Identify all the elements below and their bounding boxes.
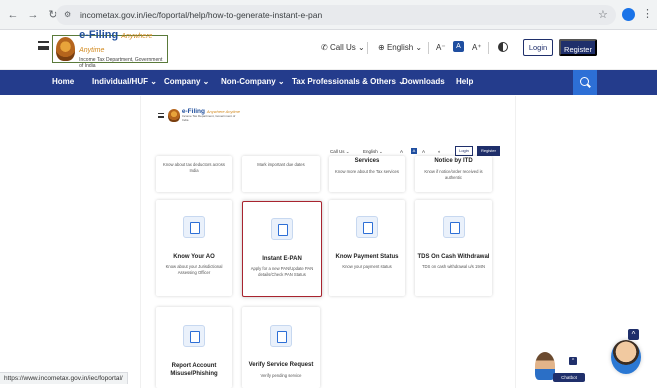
call-us-dropdown[interactable]: ✆ Call Us ⌄ (321, 43, 365, 52)
language-dropdown[interactable]: ⊕ English ⌄ (378, 43, 422, 52)
scroll-to-top-button[interactable]: ^ (628, 329, 639, 340)
embedded-logo: e-Filing Anywhere Anytime Income Tax Dep… (168, 107, 242, 123)
nav-non-company[interactable]: Non-Company ⌄ (221, 77, 285, 86)
forward-icon[interactable]: → (26, 8, 40, 22)
tds-cash-withdrawal-icon (442, 216, 465, 238)
embedded-call-us: Call Us ⌄ (330, 149, 350, 154)
verify-service-icon (270, 325, 292, 347)
nav-tax-professionals[interactable]: Tax Professionals & Others ⌄ (292, 77, 405, 86)
report-misuse-icon (183, 325, 205, 347)
embedded-hamburger-icon (158, 113, 164, 118)
phone-icon: ✆ (321, 43, 328, 52)
divider (367, 42, 368, 54)
embedded-contrast-icon: ◐ (438, 149, 441, 154)
efiling-logo[interactable]: e-Filing Anywhere Anytime Income Tax Dep… (52, 29, 168, 69)
address-bar[interactable]: ⚙ incometax.gov.in/iec/foportal/help/how… (56, 5, 616, 25)
chatbot-launcher-icon[interactable] (611, 340, 641, 374)
service-card: Notice by ITD Know if notice/order recei… (415, 156, 492, 192)
service-card-verify-service-request: Verify Service Request Verify pending se… (242, 307, 320, 388)
login-button[interactable]: Login (523, 39, 553, 56)
register-button[interactable]: Register (559, 39, 597, 56)
contrast-icon[interactable] (498, 42, 508, 52)
divider (488, 42, 489, 54)
chatbot-label: Chatbot (553, 373, 585, 382)
embedded-emblem-icon (168, 108, 180, 122)
search-icon[interactable] (573, 70, 597, 95)
divider (428, 42, 429, 54)
nav-company[interactable]: Company ⌄ (164, 77, 209, 86)
font-decrease-button[interactable]: A⁻ (436, 43, 446, 52)
service-card-know-your-ao: Know Your AO Know about your Jurisdictio… (156, 200, 232, 296)
service-card-report-misuse: Report Account Misuse/Phishing (156, 307, 232, 388)
embedded-language: English ⌄ (363, 149, 383, 154)
profile-icon[interactable] (622, 8, 635, 21)
service-card-tds-on-cash: TDS On Cash Withdrawal TDS on cash withd… (415, 200, 492, 296)
embedded-a-minus: A (400, 149, 404, 154)
embedded-a-normal: A (411, 148, 417, 154)
url-text[interactable]: incometax.gov.in/iec/foportal/help/how-t… (80, 10, 322, 20)
nav-home[interactable]: Home (52, 77, 74, 86)
hamburger-menu-icon[interactable] (38, 41, 49, 50)
embedded-register: Register (477, 146, 500, 156)
nav-individual-huf[interactable]: Individual/HUF ⌄ (92, 77, 157, 86)
font-increase-button[interactable]: A⁺ (472, 43, 482, 52)
browser-toolbar: ← → ↻ ⚙ incometax.gov.in/iec/foportal/he… (0, 0, 657, 30)
payment-status-icon (356, 216, 378, 238)
logo-title: e-Filing Anywhere Anytime (79, 29, 153, 54)
chatbot-avatar (535, 352, 555, 380)
instant-e-pan-icon (271, 218, 293, 240)
service-card-know-payment-status: Know Payment Status Know your payment st… (329, 200, 405, 296)
browser-menu-icon[interactable]: ⋮ (642, 7, 653, 20)
logo-subtitle: Income Tax Department, Government of Ind… (79, 57, 163, 69)
globe-icon: ⊕ (378, 43, 385, 52)
main-nav: Home Individual/HUF ⌄ Company ⌄ Non-Comp… (0, 70, 657, 95)
service-card-instant-e-pan: Instant E-PAN Apply for a new PAN/Update… (242, 201, 322, 297)
embedded-login: Login (455, 146, 473, 156)
nav-help[interactable]: Help (456, 77, 473, 86)
status-url-bar: https://www.incometax.gov.in/iec/foporta… (0, 372, 128, 384)
emblem-icon (56, 37, 76, 61)
service-card: Services Know more about the Tax service… (329, 156, 405, 192)
service-card: Know about tax deductors across India (156, 156, 232, 192)
know-your-ao-icon (183, 216, 205, 238)
service-card: Mark important due dates (242, 156, 320, 192)
embedded-a-plus: A (422, 149, 426, 154)
chatbot-minimize-icon: ^ (569, 357, 577, 365)
site-header: e-Filing Anywhere Anytime Income Tax Dep… (0, 29, 657, 70)
site-info-icon[interactable]: ⚙ (64, 10, 74, 20)
bookmark-star-icon[interactable]: ☆ (598, 8, 608, 21)
font-normal-button[interactable]: A (453, 41, 464, 52)
nav-downloads[interactable]: Downloads (402, 77, 445, 86)
back-icon[interactable]: ← (6, 8, 20, 22)
